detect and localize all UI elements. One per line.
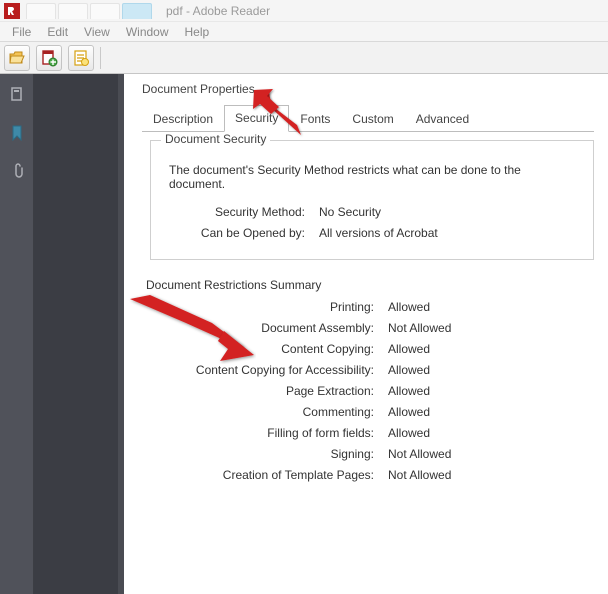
restriction-value: Not Allowed <box>388 321 451 335</box>
restriction-value: Allowed <box>388 426 430 440</box>
tab-security[interactable]: Security <box>224 105 289 132</box>
restriction-value: Allowed <box>388 342 430 356</box>
restriction-row: Content Copying for Accessibility: Allowe… <box>142 363 594 377</box>
security-method-value: No Security <box>319 205 381 219</box>
document-security-group: Document Security The document's Securit… <box>150 140 594 260</box>
restriction-row: Filling of form fields: Allowed <box>142 426 594 440</box>
properties-tabs: Description Security Fonts Custom Advanc… <box>142 104 594 132</box>
tab-advanced[interactable]: Advanced <box>405 106 480 132</box>
menubar: File Edit View Window Help <box>0 22 608 42</box>
restriction-value: Allowed <box>388 363 430 377</box>
restriction-label: Document Assembly: <box>142 321 374 335</box>
panel-title: Document Properties <box>142 82 594 96</box>
restriction-row: Content Copying: Allowed <box>142 342 594 356</box>
restriction-label: Content Copying: <box>142 342 374 356</box>
toolbar-separator <box>100 47 101 69</box>
restriction-label: Creation of Template Pages: <box>142 468 374 482</box>
toolbar-create-button[interactable] <box>68 45 94 71</box>
attachments-icon[interactable] <box>8 162 26 180</box>
document-tab-active[interactable] <box>122 3 152 19</box>
menu-file[interactable]: File <box>4 23 39 41</box>
restriction-value: Not Allowed <box>388 447 451 461</box>
opened-by-value: All versions of Acrobat <box>319 226 438 240</box>
restriction-value: Allowed <box>388 405 430 419</box>
menu-window[interactable]: Window <box>118 23 177 41</box>
tab-description[interactable]: Description <box>142 106 224 132</box>
restriction-label: Signing: <box>142 447 374 461</box>
navigation-rail <box>0 74 34 594</box>
document-viewport <box>34 74 124 594</box>
restriction-label: Commenting: <box>142 405 374 419</box>
toolbar-open-button[interactable] <box>4 45 30 71</box>
restriction-label: Printing: <box>142 300 374 314</box>
document-properties-panel: Document Properties Description Security… <box>124 74 608 594</box>
restriction-row: Printing: Allowed <box>142 300 594 314</box>
menu-view[interactable]: View <box>76 23 118 41</box>
restriction-value: Allowed <box>388 384 430 398</box>
opened-by-row: Can be Opened by: All versions of Acroba… <box>165 226 579 240</box>
document-tabs <box>26 3 152 19</box>
window-title: pdf - Adobe Reader <box>166 4 270 18</box>
bookmark-icon[interactable] <box>8 124 26 142</box>
adobe-reader-icon <box>4 3 20 19</box>
restriction-row: Document Assembly: Not Allowed <box>142 321 594 335</box>
page-thumbnails-icon[interactable] <box>8 86 26 104</box>
tab-custom[interactable]: Custom <box>341 106 404 132</box>
document-tab[interactable] <box>90 3 120 19</box>
document-tab[interactable] <box>26 3 56 19</box>
restriction-label: Content Copying for Accessibility: <box>142 363 374 377</box>
security-method-row: Security Method: No Security <box>165 205 579 219</box>
document-tab[interactable] <box>58 3 88 19</box>
restriction-row: Creation of Template Pages: Not Allowed <box>142 468 594 482</box>
tab-fonts[interactable]: Fonts <box>289 106 341 132</box>
restriction-label: Page Extraction: <box>142 384 374 398</box>
toolbar-convert-button[interactable] <box>36 45 62 71</box>
security-description: The document's Security Method restricts… <box>169 163 579 191</box>
restriction-row: Commenting: Allowed <box>142 405 594 419</box>
restriction-row: Page Extraction: Allowed <box>142 384 594 398</box>
group-legend: Document Security <box>161 132 270 146</box>
restriction-row: Signing: Not Allowed <box>142 447 594 461</box>
security-method-label: Security Method: <box>165 205 305 219</box>
restriction-label: Filling of form fields: <box>142 426 374 440</box>
opened-by-label: Can be Opened by: <box>165 226 305 240</box>
restriction-value: Not Allowed <box>388 468 451 482</box>
restrictions-title: Document Restrictions Summary <box>146 278 594 292</box>
toolbar <box>0 42 608 74</box>
titlebar: pdf - Adobe Reader <box>0 0 608 22</box>
restriction-value: Allowed <box>388 300 430 314</box>
restrictions-list: Printing: Allowed Document Assembly: Not A… <box>142 300 594 482</box>
menu-edit[interactable]: Edit <box>39 23 76 41</box>
menu-help[interactable]: Help <box>177 23 218 41</box>
